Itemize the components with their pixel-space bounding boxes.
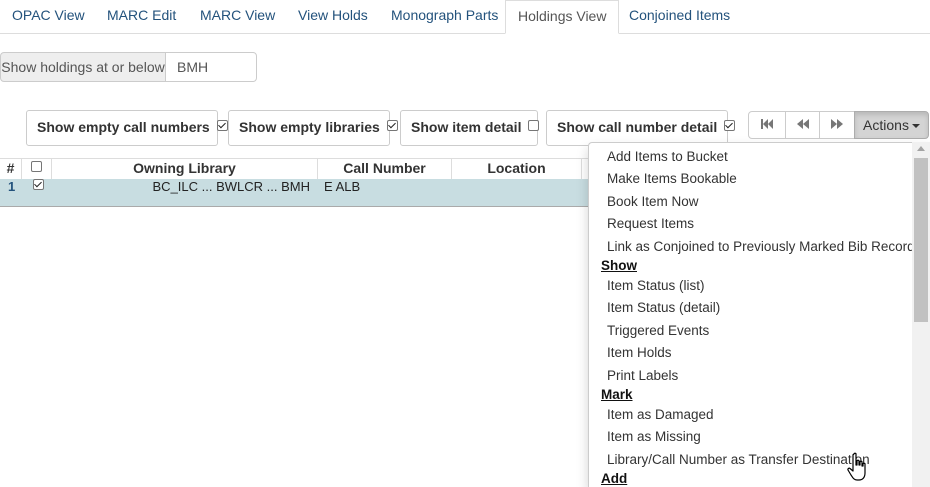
select-all-checkbox[interactable] xyxy=(31,161,42,172)
scroll-up-arrow-icon[interactable] xyxy=(917,146,925,151)
row-index: 1 xyxy=(8,179,16,194)
toggle-call-number-detail[interactable]: Show call number detail xyxy=(546,110,736,146)
menu-item-add-items-to-bucket[interactable]: Add Items to Bucket xyxy=(607,146,728,168)
fast-forward-icon xyxy=(831,119,843,129)
toggle-item-detail[interactable]: Show item detail xyxy=(400,110,540,146)
menu-item-book-item-now[interactable]: Book Item Now xyxy=(607,191,699,213)
holdings-filter-label: Show holdings at or below xyxy=(0,52,166,82)
tab-holdings-view[interactable]: Holdings View xyxy=(505,0,620,34)
tab-marc-edit[interactable]: MARC Edit xyxy=(95,0,188,33)
row-owning-library: BC_ILC ... BWLCR ... BMH xyxy=(152,179,310,194)
tab-conjoined-items[interactable]: Conjoined Items xyxy=(617,0,742,33)
toggle-empty-libraries[interactable]: Show empty libraries xyxy=(228,110,398,146)
rewind-icon xyxy=(796,119,809,129)
tab-monograph-parts[interactable]: Monograph Parts xyxy=(379,0,510,33)
column-header-index[interactable]: # xyxy=(0,159,22,179)
column-header-owning-library[interactable]: Owning Library xyxy=(52,159,318,179)
record-tabs: OPAC View MARC Edit MARC View View Holds… xyxy=(0,0,930,34)
menu-item-item-holds[interactable]: Item Holds xyxy=(607,342,672,364)
tab-marc-view[interactable]: MARC View xyxy=(188,0,287,33)
menu-item-item-as-missing[interactable]: Item as Missing xyxy=(607,426,701,448)
menu-section-show: Show xyxy=(601,258,637,273)
menu-item-make-items-bookable[interactable]: Make Items Bookable xyxy=(607,168,737,190)
caret-down-icon xyxy=(911,124,920,128)
hand-pointer-cursor-icon xyxy=(847,452,866,481)
menu-section-mark: Mark xyxy=(601,387,633,402)
tab-opac-view[interactable]: OPAC View xyxy=(0,0,97,33)
menu-item-item-status-detail[interactable]: Item Status (detail) xyxy=(607,297,720,319)
menu-item-link-as-conjoined[interactable]: Link as Conjoined to Previously Marked B… xyxy=(607,236,915,258)
first-page-button[interactable] xyxy=(748,111,786,139)
actions-dropdown-menu: Add Items to Bucket Make Items Bookable … xyxy=(588,142,930,487)
toggle-call-number-detail-label: Show call number detail xyxy=(557,119,718,135)
previous-page-button[interactable] xyxy=(785,111,820,139)
menu-item-transfer-destination[interactable]: Library/Call Number as Transfer Destinat… xyxy=(607,449,870,471)
tab-view-holds[interactable]: View Holds xyxy=(286,0,380,33)
row-call-number: E ALB xyxy=(324,179,361,194)
actions-label: Actions xyxy=(863,117,909,133)
menu-item-item-as-damaged[interactable]: Item as Damaged xyxy=(607,404,714,426)
empty-libraries-checkbox[interactable] xyxy=(386,120,398,131)
column-header-select[interactable] xyxy=(22,159,52,179)
menu-item-request-items[interactable]: Request Items xyxy=(607,213,694,235)
row-select-checkbox[interactable] xyxy=(33,179,44,190)
menu-item-print-labels[interactable]: Print Labels xyxy=(607,365,678,387)
menu-item-item-status-list[interactable]: Item Status (list) xyxy=(607,275,705,297)
holdings-org-selector[interactable]: BMH xyxy=(165,52,257,82)
call-number-detail-checkbox[interactable] xyxy=(724,120,736,131)
first-page-icon xyxy=(761,119,773,129)
menu-scrollbar-thumb[interactable] xyxy=(914,158,928,322)
next-page-button[interactable] xyxy=(819,111,855,139)
empty-call-numbers-checkbox[interactable] xyxy=(216,120,228,131)
row-location xyxy=(458,179,578,206)
column-header-call-number[interactable]: Call Number xyxy=(318,159,452,179)
actions-dropdown-button[interactable]: Actions xyxy=(854,111,929,139)
toggle-empty-call-numbers-label: Show empty call numbers xyxy=(37,119,210,135)
toggle-empty-call-numbers[interactable]: Show empty call numbers xyxy=(26,110,228,146)
toggle-empty-libraries-label: Show empty libraries xyxy=(239,119,380,135)
menu-section-add: Add xyxy=(601,471,628,486)
menu-item-triggered-events[interactable]: Triggered Events xyxy=(607,320,709,342)
row-select-cell xyxy=(33,179,47,206)
column-header-location[interactable]: Location xyxy=(452,159,582,179)
item-detail-checkbox[interactable] xyxy=(528,120,540,131)
toggle-item-detail-label: Show item detail xyxy=(411,119,522,135)
